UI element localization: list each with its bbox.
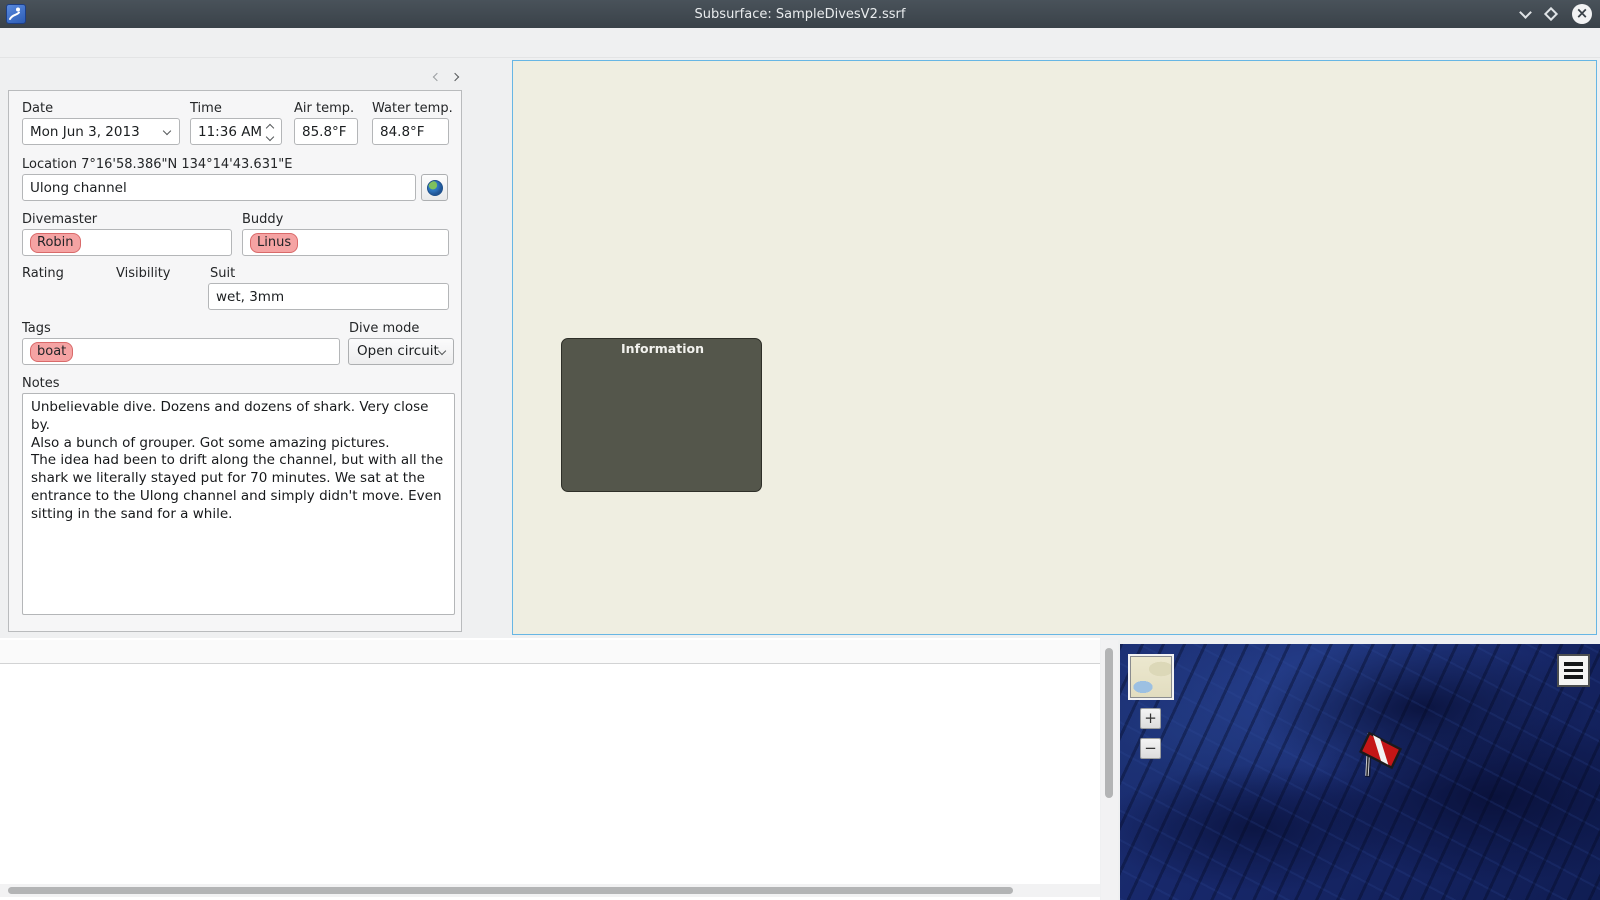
tags-label: Tags	[22, 321, 51, 336]
divemaster-label: Divemaster	[22, 212, 98, 227]
date-label: Date	[22, 101, 54, 116]
profile-info-tooltip[interactable]: Information	[561, 338, 762, 492]
titlebar: Subsurface: SampleDivesV2.ssrf ×	[0, 0, 1600, 28]
divemaster-tag[interactable]: Robin	[30, 233, 81, 253]
minimize-icon[interactable]	[1519, 5, 1532, 19]
tab-scroll-right-icon[interactable]	[446, 66, 463, 88]
close-icon[interactable]: ×	[1572, 4, 1592, 24]
map-zoom-in-button[interactable]: +	[1140, 708, 1161, 729]
time-spinner[interactable]	[263, 123, 277, 142]
globe-button[interactable]	[421, 174, 448, 201]
buddy-input[interactable]: Linus	[242, 229, 449, 256]
location-label: Location 7°16'58.386"N 134°14'43.631"E	[22, 157, 293, 172]
air-temp-label: Air temp.	[294, 101, 355, 116]
buddy-tag[interactable]: Linus	[250, 233, 299, 253]
tags-input[interactable]: boat	[22, 338, 340, 365]
dive-list-vscrollbar[interactable]	[1101, 640, 1118, 900]
time-label: Time	[190, 101, 222, 116]
air-temp-input[interactable]	[294, 118, 358, 145]
menubar	[0, 28, 1600, 58]
rating-label: Rating	[22, 266, 64, 281]
globe-icon	[426, 179, 443, 196]
notes-label: Notes	[22, 376, 60, 391]
application-window: Subsurface: SampleDivesV2.ssrf × Date Ti…	[0, 0, 1600, 900]
map-menu-button[interactable]	[1557, 654, 1590, 687]
divemaster-input[interactable]: Robin	[22, 229, 232, 256]
maximize-icon[interactable]	[1543, 6, 1559, 22]
tag-chip[interactable]: boat	[30, 342, 74, 362]
dive-list-hscrollbar[interactable]	[0, 884, 1100, 897]
buddy-label: Buddy	[242, 212, 284, 227]
profile-toolbar	[472, 60, 514, 636]
dive-mode-select[interactable]: Open circuit	[348, 338, 454, 365]
water-temp-input[interactable]	[372, 118, 449, 145]
window-title: Subsurface: SampleDivesV2.ssrf	[694, 6, 906, 22]
minimap-inset[interactable]	[1128, 654, 1174, 700]
suit-input[interactable]	[208, 283, 449, 310]
notes-textarea[interactable]: Unbelievable dive. Dozens and dozens of …	[22, 393, 455, 615]
dive-list	[0, 638, 1100, 900]
dive-list-rows	[0, 664, 1100, 884]
dive-mode-label: Dive mode	[349, 321, 420, 336]
tooltip-title: Information	[621, 341, 704, 356]
tab-scroll-left-icon[interactable]	[428, 66, 445, 88]
map-panel[interactable]: + −	[1120, 644, 1600, 900]
location-input[interactable]	[22, 174, 416, 201]
map-zoom-out-button[interactable]: −	[1140, 738, 1161, 759]
app-logo-icon	[6, 4, 26, 24]
date-input[interactable]	[22, 118, 180, 145]
dive-list-header[interactable]	[0, 640, 1100, 664]
water-temp-label: Water temp.	[372, 101, 453, 116]
visibility-label: Visibility	[116, 266, 171, 281]
dive-site-flag-marker[interactable]	[1348, 726, 1410, 792]
suit-label: Suit	[210, 266, 236, 281]
